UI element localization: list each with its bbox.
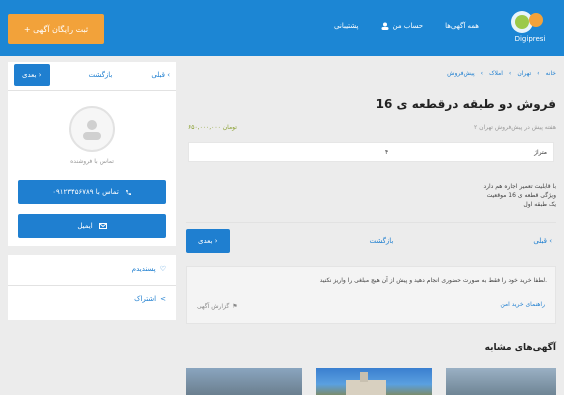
post-ad-button[interactable]: + ثبت رایگان آگهی <box>8 14 104 44</box>
seller-name: تماس با فروشنده <box>70 158 114 165</box>
safety-notice: لطفا خرید خود را فقط به صورت حضوری انجام… <box>186 266 556 324</box>
report-ad-link[interactable]: گزارش آگهی ⚑ <box>197 303 238 310</box>
user-icon <box>381 22 388 30</box>
sidebar-back-link[interactable]: بازگشت <box>88 71 112 79</box>
area-label: متراژ <box>534 148 547 156</box>
listing-subtitle: ۲ هفته پیش در پیش‌فروش تهران <box>473 124 556 131</box>
heart-icon: ♡ <box>159 265 166 273</box>
breadcrumb-item[interactable]: خانه <box>546 70 556 77</box>
share-link[interactable]: اشتراک < <box>134 295 166 303</box>
main-pager: بعدی › بازگشت قبلی ‹ <box>186 228 556 254</box>
site-logo[interactable]: Digipresi <box>506 8 554 46</box>
description-line: با قابلیت تعمیر اجاره هم دارد ویژگی قطعه… <box>483 183 556 208</box>
phone-label: تماس با ۰۹۱۲۳۴۵۶۷۸۹ <box>52 188 119 196</box>
area-value: ۴ <box>385 148 389 156</box>
nav-item-all-ads[interactable]: همه آگهی‌ها <box>445 22 479 30</box>
top-header: + ثبت رایگان آگهی همه آگهی‌ها حساب من پش… <box>0 0 564 56</box>
area-row: ۴ متراژ <box>188 142 554 162</box>
flag-icon: ⚑ <box>232 303 238 310</box>
similar-ad-thumbnail[interactable] <box>316 368 432 395</box>
similar-ad-thumbnail[interactable] <box>186 368 302 395</box>
breadcrumb-separator: ‹ <box>508 70 512 77</box>
sidebar-links: پسندیدم ♡ اشتراک < <box>8 255 176 320</box>
nav-item-account[interactable]: حساب من <box>381 22 424 30</box>
notice-text: لطفا خرید خود را فقط به صورت حضوری انجام… <box>319 277 547 284</box>
main-next-label: بعدی <box>198 237 213 245</box>
safe-buy-link[interactable]: راهنمای خرید امن <box>500 301 545 308</box>
sidebar-next-label: بعدی <box>22 71 37 79</box>
similar-ad-thumbnail[interactable] <box>446 368 556 395</box>
main-prev-link[interactable]: قبلی ‹ <box>533 237 552 245</box>
report-label: گزارش آگهی <box>197 303 230 310</box>
phone-button[interactable]: تماس با ۰۹۱۲۳۴۵۶۷۸۹ <box>18 180 166 204</box>
mail-icon <box>98 223 107 229</box>
nav-account-label: حساب من <box>392 22 424 30</box>
share-label: اشتراک <box>134 295 157 303</box>
nav-item-support[interactable]: پشتیبانی <box>334 22 358 30</box>
seller-card: بعدی › بازگشت قبلی ‹ تماس با فروشنده تما… <box>8 62 176 246</box>
listing-price: ۶۵۰,۰۰۰,۰۰۰ تومان <box>188 124 237 131</box>
main-divider <box>186 222 556 223</box>
page-title: فروش دو طبقه درقطعه ی 16 <box>375 97 556 111</box>
phone-icon <box>125 189 131 195</box>
building-image <box>346 372 386 395</box>
breadcrumb-item[interactable]: تهران <box>517 70 531 77</box>
email-label: ایمیل <box>77 222 93 230</box>
sidebar-prev-link[interactable]: قبلی ‹ <box>151 71 170 79</box>
like-label: پسندیدم <box>131 265 156 273</box>
like-link[interactable]: پسندیدم ♡ <box>132 265 166 273</box>
share-icon: < <box>160 295 166 303</box>
breadcrumb-item[interactable]: پیش‌فروش <box>447 70 475 77</box>
main-prev-label: قبلی <box>533 237 547 245</box>
breadcrumb-item[interactable]: املاک <box>489 70 503 77</box>
email-button[interactable]: ایمیل <box>18 214 166 238</box>
nav-support-label: پشتیبانی <box>334 22 359 30</box>
listing-description: با قابلیت تعمیر اجاره هم دارد ویژگی قطعه… <box>356 182 556 209</box>
header-nav: همه آگهی‌ها حساب من پشتیبانی <box>334 22 479 30</box>
logo-text: Digipresi <box>515 35 546 43</box>
avatar <box>69 106 115 152</box>
breadcrumb-separator: ‹ <box>537 70 540 77</box>
sidebar-divider <box>8 90 176 91</box>
sidebar-next-button[interactable]: بعدی › <box>14 64 50 86</box>
sidebar-prev-label: قبلی <box>151 71 165 79</box>
user-placeholder-icon <box>83 120 101 140</box>
sidelinks-divider <box>8 285 176 286</box>
breadcrumb-separator: ‹ <box>480 70 484 77</box>
main-next-button[interactable]: بعدی › <box>186 229 230 253</box>
similar-ads-title: آگهی‌های مشابه <box>484 343 556 353</box>
breadcrumb: خانه ‹ تهران ‹ املاک ‹ پیش‌فروش <box>447 70 556 77</box>
nav-all-ads-label: همه آگهی‌ها <box>445 22 479 30</box>
main-back-link[interactable]: بازگشت <box>369 237 393 245</box>
sidebar-pager: بعدی › بازگشت قبلی ‹ <box>8 62 176 88</box>
